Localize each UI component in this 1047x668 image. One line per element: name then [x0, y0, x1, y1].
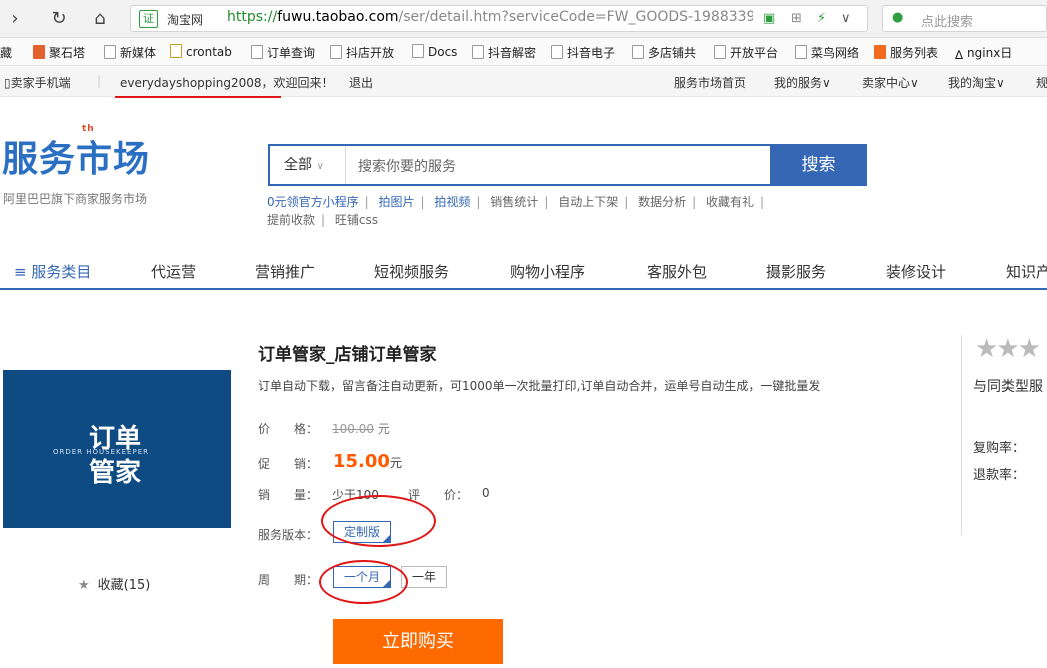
image-title-line2: 管家 — [89, 458, 142, 488]
service-search: 全部 ∨ 搜索你要的服务 搜索 — [268, 144, 867, 186]
greeting-text: everydayshopping2008，欢迎回来！ — [120, 76, 334, 90]
lightning-icon[interactable]: ⚡ — [817, 11, 826, 26]
compare-text: 与同类型服 — [973, 379, 1043, 395]
version-label: 服务版本： — [258, 528, 319, 542]
period-label: 周 期： — [258, 573, 319, 587]
bookmark-item[interactable]: 开放平台 — [714, 44, 778, 61]
price-label: 价 格： — [258, 422, 319, 436]
bookmarks-bar: 藏 聚石塔 新媒体 crontab 订单查询 抖店开放 Docs 抖音解密 抖音… — [0, 38, 1047, 66]
category-nav: ≡ 服务类目 代运营 营销推广 短视频服务 购物小程序 客服外包 摄影服务 装修… — [0, 252, 1047, 290]
bookmark-item[interactable]: 抖音解密 — [472, 44, 536, 61]
site-logo[interactable]: 服务市场 th — [2, 124, 150, 182]
url-text[interactable]: https://fuwu.taobao.com/ser/detail.htm?s… — [227, 9, 753, 25]
sales-label: 销 量： — [258, 488, 319, 502]
divider: | — [97, 74, 102, 88]
product-image[interactable]: 订单 ORDER HOUSEKEEPER 管家 — [3, 370, 231, 528]
grid-icon[interactable]: ⊞ — [791, 11, 802, 26]
bookmark-item[interactable]: 订单查询 — [251, 44, 315, 61]
hot-link[interactable]: 拍视频 — [434, 195, 470, 209]
favorite-button[interactable]: ★ 收藏(15) — [78, 574, 150, 593]
browser-search-placeholder: 点此搜索 — [921, 15, 974, 30]
annotation-underline — [115, 96, 281, 98]
nav-item[interactable]: 代运营 — [151, 261, 196, 282]
site-name: 淘宝网 — [167, 13, 204, 27]
hot-link[interactable]: 收藏有礼 — [706, 195, 754, 209]
my-services-menu[interactable]: 我的服务∨ — [774, 74, 831, 91]
logout-link[interactable]: 退出 — [349, 74, 373, 91]
bookmark-item[interactable]: 多店铺共 — [632, 44, 696, 61]
period-option-year[interactable]: 一年 — [401, 566, 447, 588]
hot-link[interactable]: 销售统计 — [490, 195, 538, 209]
repurchase-rate-label: 复购率： — [973, 441, 1026, 456]
product-description: 订单自动下载，留言备注自动更新，可1000单一次批量打印,订单自动合并，运单号自… — [258, 379, 821, 393]
browser-search[interactable]: ● 点此搜索 — [882, 5, 1047, 32]
nav-item[interactable]: 客服外包 — [647, 261, 707, 282]
right-panel-divider — [961, 335, 1047, 535]
original-price: 100.00 元 — [332, 422, 390, 436]
site-top-nav: ▯卖家手机端 | everydayshopping2008，欢迎回来！ 退出 服… — [0, 67, 1047, 97]
star-icon: ★ — [78, 578, 90, 593]
hot-link[interactable]: 0元领官方小程序 — [267, 195, 359, 209]
bookmark-item[interactable]: 新媒体 — [104, 44, 156, 61]
hot-link[interactable]: 自动上下架 — [558, 195, 618, 209]
bookmark-item[interactable]: 藏 — [0, 44, 12, 61]
search-button[interactable]: 搜索 — [770, 144, 867, 186]
promo-label: 促 销： — [258, 457, 319, 471]
seller-center-menu[interactable]: 卖家中心∨ — [862, 74, 919, 91]
nav-item[interactable]: 营销推广 — [255, 261, 315, 282]
rating-value: 0 — [482, 486, 490, 500]
phone-icon: ▯ — [4, 76, 11, 90]
nav-item[interactable]: 摄影服务 — [766, 261, 826, 282]
screenshot-icon[interactable]: ▣ — [763, 11, 775, 26]
search-input[interactable]: 搜索你要的服务 — [358, 156, 456, 176]
nav-item[interactable]: 短视频服务 — [374, 261, 449, 282]
product-title: 订单管家_店铺订单管家 — [258, 345, 437, 365]
market-home-link[interactable]: 服务市场首页 — [674, 74, 746, 91]
my-taobao-menu[interactable]: 我的淘宝∨ — [948, 74, 1005, 91]
bookmark-item[interactable]: ∆ nginx日 — [955, 44, 1012, 62]
logo-subtitle: 阿里巴巴旗下商家服务市场 — [3, 192, 148, 206]
rules-link[interactable]: 规 — [1036, 74, 1047, 91]
home-icon[interactable]: ⌂ — [89, 8, 111, 30]
buy-now-button[interactable]: 立即购买 — [333, 619, 503, 664]
promo-price: 15.00元 — [333, 451, 402, 472]
hot-link[interactable]: 数据分析 — [638, 195, 686, 209]
nav-item[interactable]: 装修设计 — [886, 261, 946, 282]
chevron-down-icon: ∨ — [316, 161, 324, 172]
nav-item[interactable]: 购物小程序 — [510, 261, 585, 282]
bookmark-item[interactable]: 服务列表 — [874, 44, 938, 61]
bookmark-item[interactable]: 抖音电子 — [551, 44, 615, 61]
chevron-down-icon[interactable]: ∨ — [841, 11, 851, 26]
address-bar[interactable]: 证 淘宝网 https://fuwu.taobao.com/ser/detail… — [130, 5, 868, 32]
rating-stars: ★★★ — [975, 334, 1041, 364]
forward-icon[interactable]: › — [4, 8, 26, 30]
rating-label: 评 价： — [408, 488, 469, 502]
bookmark-item[interactable]: 菜鸟网络 — [795, 44, 859, 61]
search-engine-icon: ● — [892, 10, 904, 25]
search-category-select[interactable]: 全部 ∨ — [270, 146, 346, 184]
hot-links: 0元领官方小程序 | 拍图片 | 拍视频 | 销售统计 | 自动上下架 | 数据分析 | 收… — [267, 195, 765, 227]
reload-icon[interactable]: ↻ — [48, 8, 70, 30]
hot-link[interactable]: 提前收款 — [267, 213, 315, 227]
bookmark-item[interactable]: crontab — [170, 44, 232, 59]
annotation-circle — [321, 495, 436, 547]
hot-link[interactable]: 旺铺css — [335, 213, 378, 227]
bookmark-item[interactable]: Docs — [412, 44, 457, 59]
bookmark-item[interactable]: 抖店开放 — [330, 44, 394, 61]
hot-link[interactable]: 拍图片 — [379, 195, 415, 209]
nav-service-categories[interactable]: ≡ 服务类目 — [14, 261, 91, 282]
nav-item[interactable]: 知识产 — [1006, 261, 1047, 282]
cert-badge: 证 — [139, 10, 158, 28]
annotation-circle — [319, 560, 408, 604]
refund-rate-label: 退款率： — [973, 468, 1026, 483]
browser-toolbar: › ↻ ⌂ 证 淘宝网 https://fuwu.taobao.com/ser/… — [0, 0, 1047, 38]
mobile-link[interactable]: ▯卖家手机端 — [4, 74, 71, 91]
bookmark-item[interactable]: 聚石塔 — [33, 44, 85, 61]
